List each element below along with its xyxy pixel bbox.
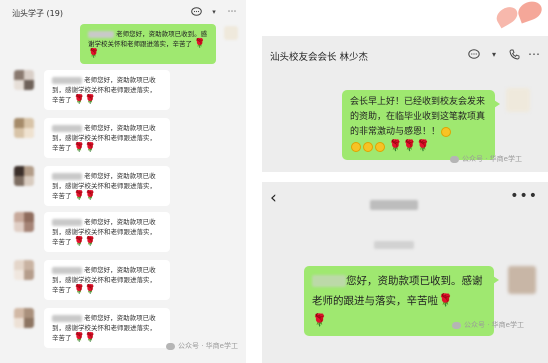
avatar[interactable] (506, 88, 530, 112)
more-dots-icon[interactable]: ⋯ (528, 47, 540, 61)
wechat-icon (452, 321, 461, 329)
received-message-bubble: 老师您好，资助款项已收到，感谢学校关怀和老师跟进落实，辛苦了 🌹🌹 (44, 260, 170, 300)
rose-icon: 🌹 (84, 143, 97, 153)
more-dots-icon[interactable]: ••• (510, 188, 538, 204)
mobile-chat-panel: ‹ ••• 您好，资助款项已收到。感谢老师的跟进与落实，辛苦啦🌹 🌹 公众号 ·… (262, 182, 548, 363)
smile-emoji-icon (351, 141, 361, 152)
rose-icon: 🌹 (438, 293, 453, 307)
received-message-bubble: 老师您好，资助款项已收到，感谢学校关怀和老师跟进落实，辛苦了 🌹🌹 (44, 118, 170, 158)
back-arrow-icon[interactable]: ‹ (270, 188, 277, 208)
redacted-name (312, 275, 346, 287)
rose-icon: 🌹 (416, 139, 430, 152)
wechat-icon (166, 342, 175, 350)
redacted-timestamp (374, 234, 414, 253)
rose-icon: 🌹 (73, 237, 85, 247)
avatar[interactable] (224, 26, 238, 40)
watermark: 公众号 · 华商e学工 (166, 341, 238, 351)
decor-petal (493, 3, 521, 29)
redacted-name (52, 218, 82, 226)
rose-icon: 🌹 (73, 191, 85, 201)
chat-header: 汕头学子 (19) ▾ ⋯ (0, 0, 246, 24)
redacted-name (52, 76, 82, 84)
chat-bubble-icon[interactable] (190, 6, 202, 18)
smile-emoji-icon (375, 141, 385, 152)
avatar[interactable] (14, 308, 34, 328)
avatar[interactable] (14, 260, 34, 280)
rose-icon: 🌹 (312, 313, 327, 327)
avatar[interactable] (14, 118, 34, 138)
avatar[interactable] (14, 70, 34, 90)
rose-icon: 🌹 (194, 39, 206, 49)
rose-icon: 🌹 (73, 333, 85, 343)
received-message-bubble: 老师您好，资助款项已收到，感谢学校关怀和老师跟进落实，辛苦了 🌹🌹 (44, 166, 170, 206)
list-item: 老师您好，资助款项已收到，感谢学校关怀和老师跟进落实，辛苦了 🌹🌹 (14, 118, 170, 158)
smile-emoji-icon (441, 126, 452, 137)
chat-bubble-icon[interactable] (468, 48, 480, 60)
message-text: 会长早上好！已经收到校友会发来的资助，在临毕业收到这笔款项真的非常激动与感恩！！ (350, 97, 486, 137)
rose-icon: 🌹 (84, 191, 97, 201)
avatar[interactable] (508, 266, 536, 294)
private-chat-panel: 汕头校友会会长 林少杰 ▾ ⋯ 会长早上好！已经收到校友会发来的资助，在临毕业收… (262, 36, 548, 172)
smile-emoji-icon (363, 141, 373, 152)
watermark: 公众号 · 华商e学工 (452, 320, 524, 330)
decor-petal (515, 0, 545, 24)
group-chat-panel: 汕头学子 (19) ▾ ⋯ 老师您好，资助款项已收到。感谢学校关怀和老师跟进落实… (0, 0, 246, 363)
rose-icon: 🌹 (84, 237, 97, 247)
list-item: 老师您好，资助款项已收到，感谢学校关怀和老师跟进落实，辛苦了 🌹🌹 (14, 70, 170, 110)
received-message-bubble: 老师您好，资助款项已收到，感谢学校关怀和老师跟进落实，辛苦了 🌹🌹 (44, 70, 170, 110)
redacted-name (52, 314, 82, 322)
chat-title: 汕头校友会会长 林少杰 (270, 52, 369, 63)
rose-icon: 🌹 (73, 143, 85, 153)
redacted-name (52, 172, 82, 180)
more-dots-icon[interactable]: ⋯ (226, 6, 238, 18)
rose-icon: 🌹 (388, 139, 403, 152)
avatar[interactable] (14, 212, 34, 232)
rose-icon: 🌹 (84, 285, 97, 295)
rose-icon: 🌹 (84, 333, 97, 343)
chevron-down-icon[interactable]: ▾ (488, 48, 500, 60)
group-title: 汕头学子 (19) (12, 9, 63, 18)
rose-icon: 🌹 (84, 95, 97, 105)
list-item: 老师您好，资助款项已收到，感谢学校关怀和老师跟进落实，辛苦了 🌹🌹 (14, 308, 170, 348)
chat-header: ‹ ••• (262, 182, 548, 216)
list-item: 老师您好，资助款项已收到，感谢学校关怀和老师跟进落实，辛苦了 🌹🌹 (14, 212, 170, 252)
phone-icon[interactable] (508, 48, 520, 60)
rose-icon: 🌹 (88, 49, 100, 59)
sent-message-bubble: 会长早上好！已经收到校友会发来的资助，在临毕业收到这笔款项真的非常激动与感恩！！… (342, 90, 500, 160)
received-message-bubble: 老师您好，资助款项已收到，感谢学校关怀和老师跟进落实，辛苦了 🌹🌹 (44, 212, 170, 252)
avatar[interactable] (14, 166, 34, 186)
redacted-name (370, 199, 418, 210)
redacted-name (88, 30, 114, 38)
redacted-name (52, 266, 82, 274)
rose-icon: 🌹 (73, 285, 85, 295)
watermark: 公众号 · 华商e学工 (450, 154, 522, 164)
wechat-icon (450, 155, 459, 163)
sent-message-bubble: 老师您好，资助款项已收到。感谢学校关怀和老师跟进落实，辛苦了 🌹🌹 (80, 24, 216, 64)
list-item: 老师您好，资助款项已收到，感谢学校关怀和老师跟进落实，辛苦了 🌹🌹 (14, 260, 170, 300)
received-message-bubble: 老师您好，资助款项已收到，感谢学校关怀和老师跟进落实，辛苦了 🌹🌹 (44, 308, 170, 348)
contact-name (370, 194, 418, 213)
list-item: 老师您好，资助款项已收到，感谢学校关怀和老师跟进落实，辛苦了 🌹🌹 (14, 166, 170, 206)
rose-icon: 🌹 (73, 95, 85, 105)
rose-icon: 🌹 (402, 139, 417, 152)
chevron-down-icon[interactable]: ▾ (208, 6, 220, 18)
redacted-name (52, 124, 82, 132)
